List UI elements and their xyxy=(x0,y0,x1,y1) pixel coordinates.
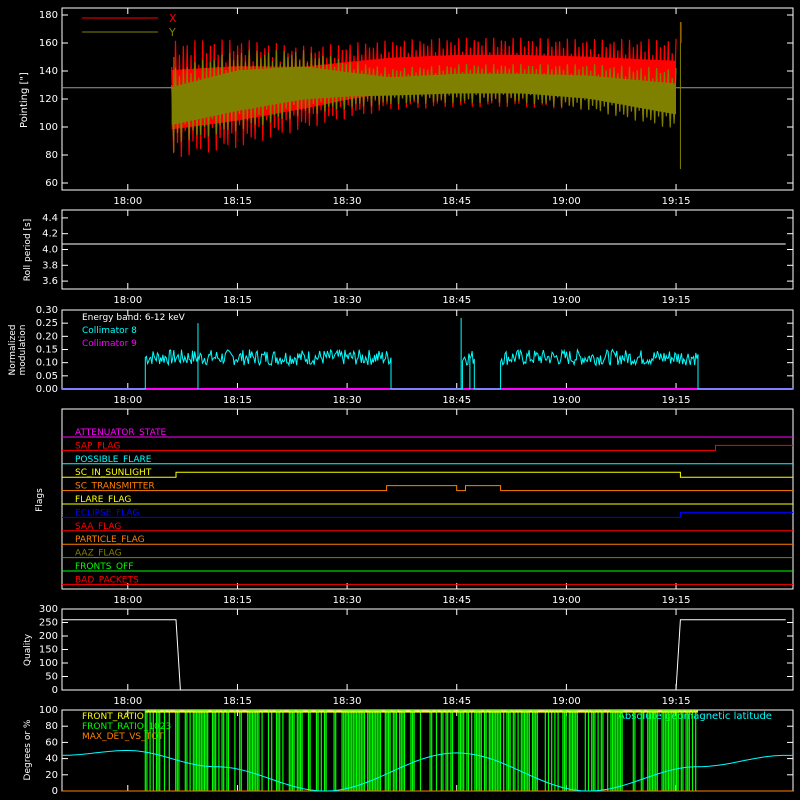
x-tick-label: 18:00 xyxy=(113,696,142,707)
x-tick-label: 19:15 xyxy=(662,196,691,207)
x-tick-label: 18:00 xyxy=(113,595,142,606)
y-tick-label: 50 xyxy=(45,672,58,683)
flag-label-aaz-flag: AAZ_FLAG xyxy=(75,549,122,559)
y-tick-label: 100 xyxy=(39,705,58,716)
y-tick-label: 250 xyxy=(39,618,58,629)
x-tick-label: 19:00 xyxy=(552,295,581,306)
x-tick-label: 18:15 xyxy=(223,595,252,606)
x-tick-label: 18:30 xyxy=(333,696,362,707)
y-tick-label: 0.05 xyxy=(36,371,58,382)
x-tick-label: 19:00 xyxy=(552,196,581,207)
y-tick-label: 100 xyxy=(39,122,58,133)
y-tick-label: 200 xyxy=(39,631,58,642)
x-tick-label: 19:00 xyxy=(552,595,581,606)
y-tick-label: 60 xyxy=(45,737,58,748)
y-tick-label: 150 xyxy=(39,645,58,656)
y-tick-label: 3.6 xyxy=(42,276,58,287)
flag-label-particle-flag: PARTICLE_FLAG xyxy=(75,535,145,545)
y-tick-label: 80 xyxy=(45,721,58,732)
quality-ylabel: Quality xyxy=(23,633,33,666)
y-tick-label: 0.00 xyxy=(36,384,58,395)
y-tick-label: 180 xyxy=(39,10,58,21)
flag-label-flare-flag: FLARE_FLAG xyxy=(75,495,131,505)
y-tick-label: 60 xyxy=(45,178,58,189)
mission-status-plot: Pointing ["] Roll period [s] Normalized … xyxy=(0,0,800,800)
x-tick-label: 19:15 xyxy=(662,295,691,306)
x-tick-label: 19:00 xyxy=(552,395,581,406)
flag-label-possible-flare: POSSIBLE_FLARE xyxy=(75,455,152,465)
y-tick-label: 160 xyxy=(39,38,58,49)
modulation-ylabel-line1: Normalized xyxy=(8,324,18,375)
ratio-legend-front: FRONT_RATIO xyxy=(82,712,144,722)
ratio-ylabel: Degrees or % xyxy=(23,719,33,780)
y-tick-label: 40 xyxy=(45,754,58,765)
modulation-ylabel-line2: modulation xyxy=(18,325,28,376)
y-tick-label: 0.15 xyxy=(36,345,58,356)
y-tick-label: 140 xyxy=(39,66,58,77)
y-tick-label: 0.20 xyxy=(36,331,58,342)
flags-ylabel: Flags xyxy=(35,488,45,512)
x-tick-label: 19:00 xyxy=(552,696,581,707)
x-tick-label: 18:00 xyxy=(113,295,142,306)
x-tick-label: 18:30 xyxy=(333,196,362,207)
flag-label-eclipse-flag: ECLIPSE_FLAG xyxy=(75,508,139,518)
x-tick-label: 18:45 xyxy=(442,696,471,707)
x-tick-label: 18:00 xyxy=(113,196,142,207)
x-tick-label: 18:15 xyxy=(223,395,252,406)
flag-label-bad-packets: BAD_PACKETS xyxy=(75,575,139,585)
mod-legend-col8: Collimator 8 xyxy=(82,326,137,336)
ratio-legend-maxdet: MAX_DET_VS_TOT xyxy=(82,732,164,742)
y-tick-label: 3.8 xyxy=(42,260,58,271)
x-tick-label: 18:15 xyxy=(223,295,252,306)
y-tick-label: 0.30 xyxy=(36,305,58,316)
flag-label-saa-flag: SAA_FLAG xyxy=(75,522,121,532)
y-tick-label: 0 xyxy=(52,786,58,797)
x-tick-label: 19:15 xyxy=(662,595,691,606)
pointing-ylabel: Pointing ["] xyxy=(19,72,30,128)
y-tick-label: 0.10 xyxy=(36,358,58,369)
y-tick-label: 0.25 xyxy=(36,318,58,329)
flag-label-sc-transmitter: SC_TRANSMITTER xyxy=(75,482,155,492)
x-tick-label: 18:30 xyxy=(333,395,362,406)
flag-label-attenuator-state: ATTENUATOR_STATE xyxy=(75,428,167,438)
y-tick-label: 120 xyxy=(39,94,58,105)
x-tick-label: 18:30 xyxy=(333,595,362,606)
y-tick-label: 0 xyxy=(52,685,58,696)
legend-y-label: Y xyxy=(168,26,176,39)
flag-label-sc-in-sunlight: SC_IN_SUNLIGHT xyxy=(75,468,152,478)
x-tick-label: 18:45 xyxy=(442,595,471,606)
flag-label-fronts-off: FRONTS_OFF xyxy=(75,562,133,572)
roll-ylabel: Roll period [s] xyxy=(23,219,33,281)
y-tick-label: 20 xyxy=(45,770,58,781)
x-tick-label: 18:00 xyxy=(113,395,142,406)
y-tick-label: 80 xyxy=(45,150,58,161)
x-tick-label: 19:15 xyxy=(662,395,691,406)
x-tick-label: 18:30 xyxy=(333,295,362,306)
x-tick-label: 18:15 xyxy=(223,196,252,207)
mod-legend-energy: Energy band: 6-12 keV xyxy=(82,313,186,323)
y-tick-label: 100 xyxy=(39,658,58,669)
x-tick-label: 18:45 xyxy=(442,295,471,306)
legend-x-label: X xyxy=(169,12,177,25)
flag-label-sap-flag: SAP_FLAG xyxy=(75,441,120,451)
x-tick-label: 19:15 xyxy=(662,696,691,707)
mod-legend-col9: Collimator 9 xyxy=(82,339,137,349)
y-tick-label: 4.0 xyxy=(42,245,58,256)
x-tick-label: 18:15 xyxy=(223,696,252,707)
x-tick-label: 18:45 xyxy=(442,395,471,406)
y-tick-label: 4.4 xyxy=(42,213,58,224)
y-tick-label: 4.2 xyxy=(42,229,58,240)
x-tick-label: 18:45 xyxy=(442,196,471,207)
y-tick-label: 300 xyxy=(39,604,58,615)
